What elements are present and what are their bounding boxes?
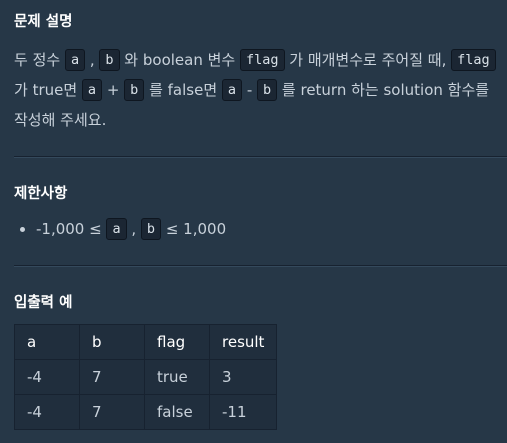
table-row: -4 7 true 3 xyxy=(14,359,278,395)
table-cell: -11 xyxy=(208,394,278,430)
bullet-icon xyxy=(20,227,25,232)
code-flag: flag xyxy=(239,49,285,71)
code-flag: flag xyxy=(451,49,496,71)
description-text: , xyxy=(85,51,100,69)
section-title-limits: 제한사항 xyxy=(14,186,68,202)
problem-description: 두 정수 a , b 와 boolean 변수 flag 가 매개변수로 주어질… xyxy=(14,45,507,135)
code-b: b xyxy=(124,79,145,101)
table-cell: false xyxy=(144,394,210,430)
examples-table: a b flag result -4 7 true 3 -4 7 false -… xyxy=(14,324,278,430)
table-cell: 7 xyxy=(79,359,145,395)
description-text: 작성해 주세요. xyxy=(14,111,107,129)
description-text: + xyxy=(102,81,125,99)
table-row: -4 7 false -11 xyxy=(14,394,278,430)
description-text: 와 boolean 변수 xyxy=(119,51,240,69)
code-b: b xyxy=(99,49,120,71)
limits-text: -1,000 ≤ xyxy=(36,220,107,238)
description-text: - xyxy=(242,81,257,99)
section-title-examples: 입출력 예 xyxy=(14,295,73,311)
description-text: 가 true면 xyxy=(14,81,82,99)
limits-list: -1,000 ≤ a , b ≤ 1,000 xyxy=(20,214,227,244)
description-text: 를 return 하는 solution 함수를 xyxy=(277,81,490,99)
table-cell: -4 xyxy=(14,359,80,395)
code-b: b xyxy=(140,218,162,240)
code-a: a xyxy=(221,79,243,101)
limits-text: ≤ 1,000 xyxy=(161,220,227,238)
section-title-description: 문제 설명 xyxy=(14,14,73,30)
code-a: a xyxy=(81,79,103,101)
table-cell: true xyxy=(144,359,210,395)
code-a: a xyxy=(64,49,86,71)
description-text: 가 매개변수로 주어질 때, xyxy=(284,51,452,69)
section-divider xyxy=(14,265,507,267)
table-header-cell: flag xyxy=(144,324,210,360)
description-line-1: 두 정수 a , b 와 boolean 변수 flag 가 매개변수로 주어질… xyxy=(14,45,507,75)
limits-text: , xyxy=(126,220,141,238)
description-text: 두 정수 xyxy=(14,51,65,69)
limits-item: -1,000 ≤ a , b ≤ 1,000 xyxy=(36,218,227,240)
table-header-cell: a xyxy=(14,324,80,360)
table-header-cell: b xyxy=(79,324,145,360)
table-cell: 3 xyxy=(208,359,278,395)
code-b: b xyxy=(257,79,278,101)
description-line-3: 작성해 주세요. xyxy=(14,105,507,135)
code-a: a xyxy=(106,218,127,240)
table-cell: 7 xyxy=(79,394,145,430)
table-header-cell: result xyxy=(208,324,278,360)
description-line-2: 가 true면 a + b 를 false면 a - b 를 return 하는… xyxy=(14,75,507,105)
table-cell: -4 xyxy=(14,394,80,430)
section-divider xyxy=(14,156,507,158)
description-text: 를 false면 xyxy=(144,81,222,99)
table-header-row: a b flag result xyxy=(14,324,278,360)
